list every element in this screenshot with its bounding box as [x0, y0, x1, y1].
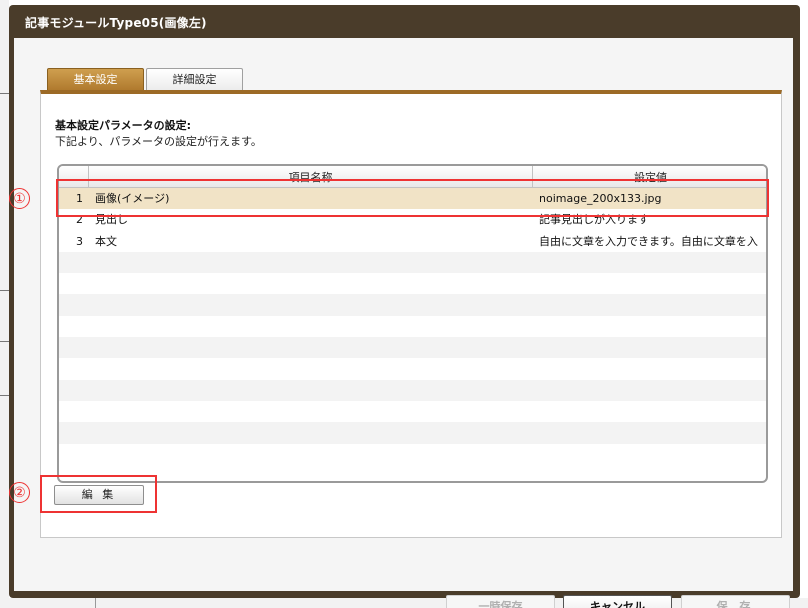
- table-row-body[interactable]: 3 本文 自由に文章を入力できます。自由に文章を入: [59, 231, 766, 252]
- section-heading: 基本設定パラメータの設定:: [55, 119, 192, 132]
- section-description: 下記より、パラメータの設定が行えます。: [55, 135, 262, 148]
- row-name: 見出し: [95, 213, 128, 227]
- settings-panel: 基本設定パラメータの設定: 下記より、パラメータの設定が行えます。 項目名称 設…: [40, 90, 782, 538]
- annotation-marker-1: ①: [9, 188, 30, 209]
- background-tick: [0, 395, 9, 396]
- table-row-empty: [59, 379, 766, 401]
- table-row-empty: [59, 337, 766, 359]
- table-row-empty: [59, 251, 766, 274]
- annotation-marker-2: ②: [9, 482, 30, 503]
- table-row-empty: [59, 294, 766, 316]
- background-tick: [0, 290, 9, 291]
- page-root: 記事モジュールType05(画像左) 基本設定 詳細設定 基本設定パラメータの設…: [0, 0, 808, 608]
- table-row-heading[interactable]: 2 見出し 記事見出しが入ります: [59, 209, 766, 230]
- cancel-button[interactable]: キャンセル: [563, 595, 672, 608]
- row-name: 画像(イメージ): [95, 192, 170, 205]
- column-header-number[interactable]: [59, 166, 89, 188]
- module-dialog: 記事モジュールType05(画像左) 基本設定 詳細設定 基本設定パラメータの設…: [9, 5, 800, 608]
- table-row-image[interactable]: 1 画像(イメージ) noimage_200x133.jpg: [59, 188, 766, 210]
- dialog-title: 記事モジュールType05(画像左): [25, 16, 207, 30]
- row-number: 1: [76, 192, 83, 205]
- save-button[interactable]: 保 存: [681, 595, 790, 608]
- background-page-strip: [0, 0, 9, 608]
- table-row-empty: [59, 422, 766, 444]
- background-tick: [0, 93, 9, 94]
- tab-detail-settings[interactable]: 詳細設定: [146, 68, 243, 90]
- row-name: 本文: [95, 234, 117, 248]
- row-number: 3: [76, 234, 83, 248]
- table-row-empty: [59, 273, 766, 294]
- background-divider: [95, 598, 96, 608]
- dialog-body: 基本設定 詳細設定 基本設定パラメータの設定: 下記より、パラメータの設定が行え…: [14, 38, 793, 608]
- row-value: 記事見出しが入ります: [539, 213, 649, 227]
- row-value: noimage_200x133.jpg: [539, 192, 662, 205]
- edit-button[interactable]: 編 集: [54, 485, 144, 505]
- temp-save-button[interactable]: 一時保存: [446, 595, 555, 608]
- grid-rows: 1 画像(イメージ) noimage_200x133.jpg 2 見出し 記事見…: [59, 188, 766, 465]
- background-tick: [0, 341, 9, 342]
- table-row-empty: [59, 401, 766, 422]
- parameter-grid: 項目名称 設定値 1 画像(イメージ) noimage_200x133.jpg …: [57, 164, 768, 483]
- column-header-value[interactable]: 設定値: [533, 166, 766, 188]
- row-number: 2: [76, 213, 83, 227]
- row-value: 自由に文章を入力できます。自由に文章を入: [539, 234, 758, 248]
- column-header-name[interactable]: 項目名称: [89, 166, 533, 188]
- table-row-empty: [59, 316, 766, 337]
- table-row-empty: [59, 444, 766, 465]
- tab-basic-settings[interactable]: 基本設定: [47, 68, 144, 90]
- grid-header: 項目名称 設定値: [59, 166, 766, 188]
- table-row-empty: [59, 358, 766, 379]
